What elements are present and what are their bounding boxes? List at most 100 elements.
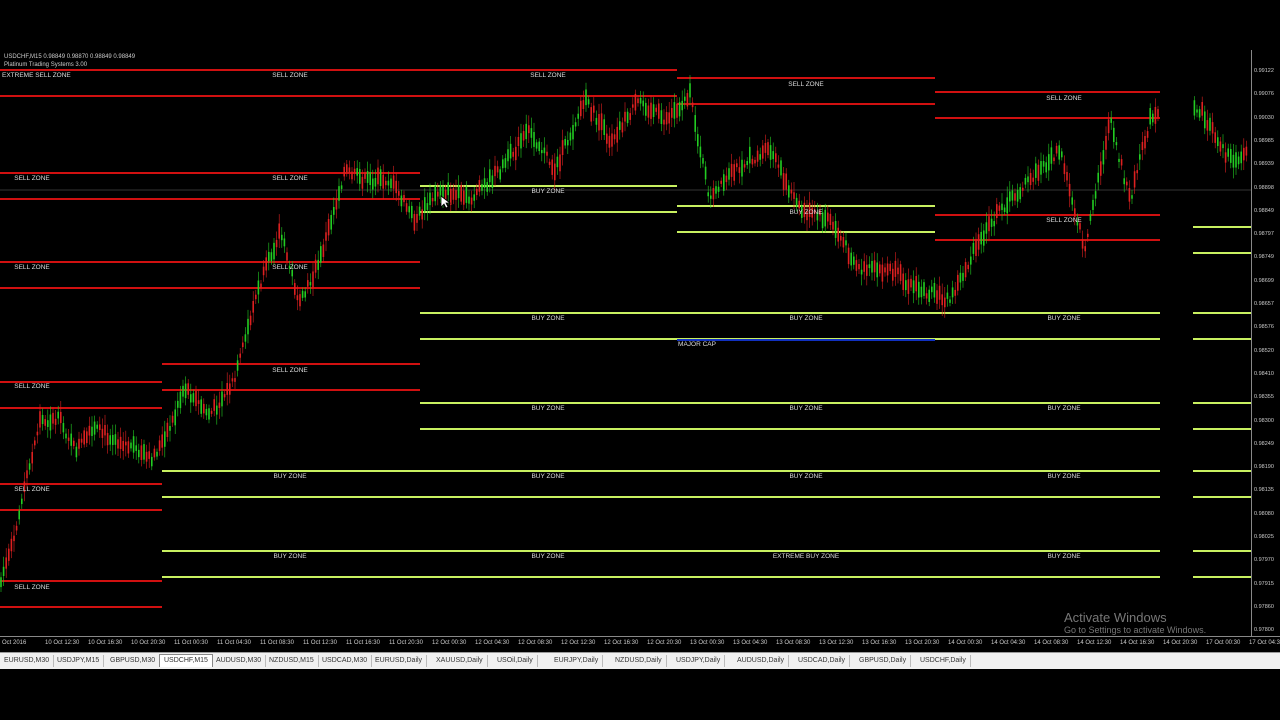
zone-label: SELL ZONE <box>14 264 50 271</box>
candle-body <box>372 178 374 190</box>
candle-body <box>967 264 969 270</box>
candle-body <box>548 161 551 165</box>
candle-body <box>200 399 202 414</box>
candle-body <box>535 142 538 149</box>
chart-tab[interactable]: USDCAD,M30 <box>318 655 373 667</box>
candle-body <box>309 281 312 286</box>
candle-body <box>73 440 75 447</box>
chart-tab[interactable]: EURUSD,M30 <box>0 655 55 667</box>
candle-body <box>1055 145 1058 154</box>
candle-body <box>226 382 228 395</box>
time-tick-label: 11 Oct 00:30 <box>174 640 208 646</box>
chart-area[interactable]: EXTREME SELL ZONE SELL ZONE SELL ZONE SELL … <box>0 50 1251 636</box>
candle-body <box>218 402 221 408</box>
candle-body <box>1035 163 1037 178</box>
candle-body <box>1001 203 1003 211</box>
candle-body <box>829 213 832 225</box>
candle-body <box>184 383 187 399</box>
candle-body <box>0 577 2 588</box>
chart-tab[interactable]: AUDUSD,Daily <box>733 655 790 667</box>
chart-tab-bar: EURUSD,M30 USDJPY,M15 GBPUSD,M30 USDCHF,M15… <box>0 652 1280 669</box>
time-tick-label: 12 Oct 12:30 <box>561 640 596 646</box>
chart-tab[interactable]: USDJPY,M15 <box>53 655 105 667</box>
chart-tab[interactable]: USDCHF,Daily <box>916 655 971 667</box>
chart-tab[interactable]: GBPUSD,Daily <box>855 655 912 667</box>
candle-body <box>780 160 782 176</box>
candle-body <box>660 110 663 124</box>
chart-tab[interactable]: EURUSD,Daily <box>371 655 428 667</box>
candle-body <box>707 192 709 197</box>
candle-body <box>1237 156 1240 165</box>
candle-body <box>307 280 309 287</box>
time-tick-label: 12 Oct 04:30 <box>475 640 510 646</box>
candle-body <box>135 445 137 451</box>
candle-body <box>1245 146 1248 156</box>
candle-body <box>190 394 192 403</box>
candle-body <box>842 237 845 248</box>
candle-body <box>964 262 967 278</box>
candle-body <box>1123 178 1125 185</box>
candle-body <box>335 198 338 210</box>
candle-body <box>346 164 348 173</box>
candle-body <box>1141 141 1144 150</box>
candle-body <box>634 93 637 111</box>
candle-body <box>621 122 624 133</box>
chart-tab[interactable]: AUDUSD,M30 <box>212 655 267 667</box>
candle-body <box>169 425 171 431</box>
zone-label: SELL ZONE <box>530 72 566 79</box>
candle-body <box>611 133 613 147</box>
candle-body <box>161 434 163 448</box>
candle-body <box>613 134 616 140</box>
chart-tab[interactable]: USDCHF,M15 <box>159 654 213 667</box>
candle-body <box>424 197 426 212</box>
candle-body <box>299 294 301 307</box>
candle-body <box>145 451 148 462</box>
time-tick-label: 13 Oct 20:30 <box>905 640 940 646</box>
candle-body <box>117 439 119 449</box>
candle-body <box>1201 102 1203 116</box>
candle-body <box>413 213 416 231</box>
candle-body <box>197 400 200 404</box>
candle-body <box>239 353 241 358</box>
candle-body <box>915 276 917 292</box>
chart-tab[interactable]: NZDUSD,M15 <box>265 655 319 667</box>
chart-tab[interactable]: GBPUSD,M30 <box>106 655 161 667</box>
price-axis[interactable]: 0.99122 0.99076 0.99030 0.98985 0.98939 0.988… <box>1251 50 1280 636</box>
candle-body <box>1061 151 1063 158</box>
chart-tab[interactable]: USDCAD,Daily <box>794 655 851 667</box>
time-axis[interactable]: Oct 2016 10 Oct 12:30 10 Oct 16:30 10 Oct 2… <box>0 636 1280 652</box>
candle-body <box>866 264 868 276</box>
price-tick-label: 0.98699 <box>1254 277 1274 284</box>
candle-body <box>1084 246 1086 252</box>
candle-body <box>1100 161 1102 176</box>
candle-body <box>1087 233 1089 238</box>
price-tick-label: 0.99076 <box>1254 91 1274 98</box>
candle-body <box>785 173 787 190</box>
candle-body <box>278 223 280 239</box>
chart-tab[interactable]: XAUUSD,Daily <box>432 655 488 667</box>
candle-body <box>486 182 488 192</box>
candle-body <box>1206 120 1209 131</box>
time-tick-label: 11 Oct 08:30 <box>260 640 294 646</box>
candle-body <box>468 196 470 204</box>
candle-body <box>598 114 600 131</box>
candle-body <box>392 175 395 189</box>
chart-tab[interactable]: USDJPY,Daily <box>672 655 726 667</box>
candle-body <box>10 538 13 552</box>
chart-tab[interactable]: NZDUSD,Daily <box>611 655 667 667</box>
candle-body <box>902 273 904 290</box>
candle-body <box>275 239 278 248</box>
time-tick-label: 11 Oct 12:30 <box>303 640 337 646</box>
price-chart[interactable]: EXTREME SELL ZONE SELL ZONE SELL ZONE SELL … <box>0 50 1251 636</box>
candle-body <box>988 216 990 232</box>
chart-tab[interactable]: USOil,Daily <box>493 655 538 667</box>
candle-body <box>824 209 826 227</box>
candle-body <box>109 435 111 445</box>
time-tick-label: 14 Oct 08:30 <box>1034 640 1069 646</box>
candle-body <box>353 168 356 173</box>
candle-body <box>320 246 322 263</box>
chart-tab[interactable]: EURJPY,Daily <box>550 655 604 667</box>
candle-body <box>606 133 608 144</box>
candle-body <box>52 412 54 424</box>
candle-body <box>1029 172 1032 186</box>
